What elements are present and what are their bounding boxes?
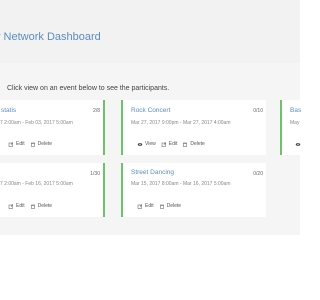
delete-button[interactable]: Delete (30, 203, 52, 209)
delete-button[interactable]: Delete (182, 141, 205, 147)
edit-icon (161, 141, 166, 147)
event-dates: May (290, 120, 300, 126)
delete-button[interactable]: Delete (30, 141, 52, 147)
trash-icon (183, 142, 188, 147)
event-card: statis 2/8 7 2:00am - Feb 03, 2017 5:00a… (0, 100, 105, 155)
footer-area (0, 235, 300, 300)
page-title: y Network Dashboard (0, 31, 101, 43)
edit-button[interactable]: Edit (8, 203, 25, 209)
edit-label: Edit (168, 141, 178, 147)
delete-label: Delete (37, 141, 53, 147)
event-title[interactable]: statis (1, 107, 16, 114)
trash-icon (30, 204, 35, 209)
edit-button[interactable]: Edit (8, 141, 25, 147)
participant-count: 2/8 (93, 108, 100, 114)
edit-icon (8, 141, 14, 147)
participant-count: 0/10 (253, 108, 263, 114)
edit-label: Edit (16, 203, 25, 209)
delete-button[interactable]: Delete (159, 203, 181, 209)
edit-button[interactable]: Edit (137, 203, 154, 209)
instructions-text: Click view on an event below to see the … (7, 85, 170, 92)
eye-icon[interactable] (295, 142, 301, 147)
delete-label: Delete (37, 203, 53, 209)
edit-label: Edit (16, 141, 25, 147)
event-title[interactable]: Street Dancing (131, 169, 174, 176)
event-card: 1/30 7 2:00am - Feb 16, 2017 5:00am Edit… (0, 163, 105, 217)
event-card: Rock Concert 0/10 Mar 27, 2017 9:00pm - … (121, 100, 266, 155)
trash-icon (159, 204, 164, 209)
event-card: Bas May (280, 100, 302, 155)
delete-label: Delete (190, 141, 205, 147)
edit-icon (8, 203, 14, 209)
event-card: Street Dancing 0/20 Mar 15, 2017 8:00am … (121, 163, 266, 217)
participant-count: 1/30 (90, 171, 100, 177)
delete-label: Delete (166, 203, 182, 209)
event-title[interactable]: Bas (290, 107, 301, 114)
eye-icon (137, 142, 143, 146)
view-button[interactable]: View (137, 141, 156, 147)
card-actions: Edit Delete (137, 203, 181, 209)
event-dates: Mar 27, 2017 9:00pm - Mar 27, 2017 4:00a… (131, 120, 231, 126)
event-dates: 7 2:00am - Feb 16, 2017 5:00am (0, 181, 73, 187)
card-actions: Edit Delete (8, 141, 52, 147)
edit-icon (137, 203, 143, 209)
trash-icon (30, 142, 35, 147)
event-dates: Mar 15, 2017 8:00am - Mar 16, 2017 5:00a… (131, 181, 231, 187)
participant-count: 0/20 (253, 171, 263, 177)
edit-button[interactable]: Edit (161, 141, 178, 147)
edit-label: Edit (145, 203, 154, 209)
event-title[interactable]: Rock Concert (131, 107, 170, 114)
card-actions: Edit Delete (8, 203, 52, 209)
event-dates: 7 2:00am - Feb 03, 2017 5:00am (0, 120, 73, 126)
view-label: View (145, 141, 156, 147)
card-actions: View Edit Delete (137, 141, 205, 147)
